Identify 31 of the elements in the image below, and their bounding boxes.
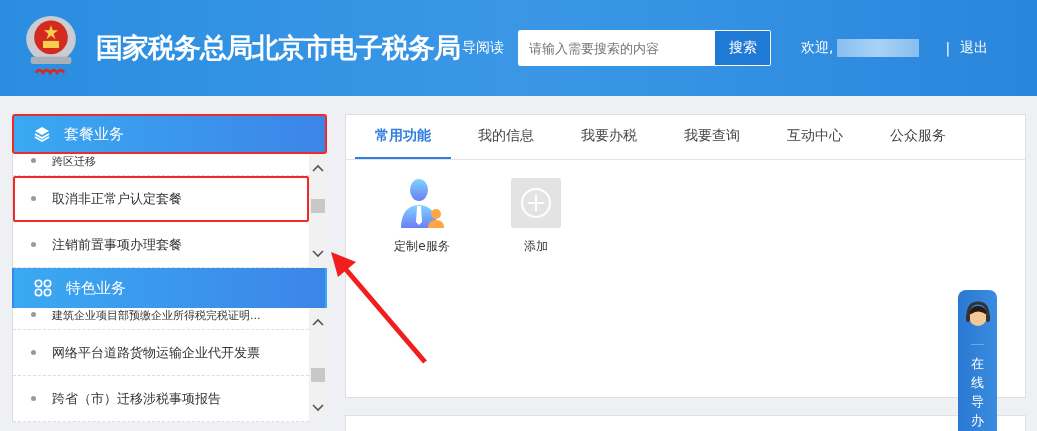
- search-button[interactable]: 搜索: [715, 31, 770, 65]
- separator-text: |: [945, 40, 951, 56]
- tab[interactable]: 我的信息: [458, 115, 554, 159]
- tab[interactable]: 互动中心: [767, 115, 863, 159]
- menu-item[interactable]: 取消非正常户认定套餐: [13, 176, 309, 222]
- tab[interactable]: 常用功能: [355, 115, 451, 159]
- chevron-up-icon[interactable]: [312, 164, 324, 172]
- chevron-down-icon[interactable]: [312, 250, 324, 258]
- add-icon: [511, 178, 561, 228]
- section-title: 套餐业务: [64, 124, 124, 144]
- tab[interactable]: 我要办税: [561, 115, 657, 159]
- search-field[interactable]: 请输入需要搜索的内容 搜索: [518, 30, 771, 66]
- chevron-down-icon[interactable]: [312, 404, 324, 412]
- shortcut-label: 添加: [524, 238, 548, 255]
- person-icon: [398, 178, 446, 228]
- shortcut-label: 定制e服务: [394, 238, 450, 255]
- logout-link[interactable]: 退出: [960, 39, 989, 57]
- tab[interactable]: 公众服务: [870, 115, 966, 159]
- scrollbar-thumb[interactable]: [311, 368, 325, 382]
- chevron-up-icon[interactable]: [312, 318, 324, 326]
- shortcut-tile[interactable]: 定制e服务: [382, 178, 462, 255]
- shortcut-tile[interactable]: 添加: [496, 178, 576, 255]
- layers-icon: [34, 126, 50, 142]
- scrollbar-thumb[interactable]: [311, 199, 325, 213]
- section-title: 特色业务: [66, 278, 126, 298]
- welcome-text: 欢迎,: [801, 39, 834, 57]
- online-assistant-button[interactable]: 在线导办: [958, 290, 997, 431]
- site-title: 国家税务总局北京市电子税务局: [96, 31, 460, 65]
- assistant-label: 在线导办: [971, 344, 984, 431]
- tab[interactable]: 我要查询: [664, 115, 760, 159]
- grid-icon: [34, 279, 52, 297]
